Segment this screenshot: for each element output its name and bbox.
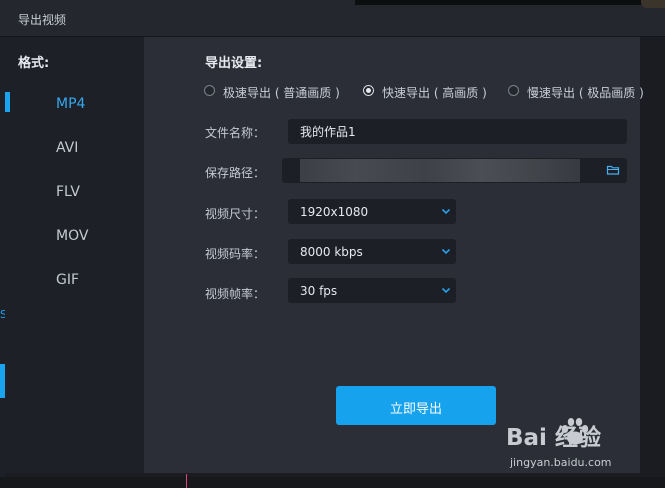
format-label: AVI [56,140,79,156]
window-corner [641,0,665,8]
save-path-label: 保存路径： [205,166,266,180]
chevron-down-icon [441,208,451,215]
format-item-flv[interactable]: FLV [5,180,144,206]
format-label: FLV [56,184,80,200]
bitrate-label: 视频码率： [205,247,266,261]
resolution-label: 视频尺寸： [205,207,266,221]
radio-circle [363,85,374,96]
bitrate-select[interactable]: 8000 kbps [288,239,456,264]
export-button-label: 立即导出 [389,402,442,417]
paw-icon [561,418,589,445]
radio-label: 极速导出 ( 普通画质 ) [223,86,340,100]
format-label: GIF [56,272,80,288]
watermark-url: jingyan.baidu.com [510,456,612,469]
radio-label: 慢速导出 ( 极品画质 ) [527,86,644,100]
format-item-mp4[interactable]: MP4 [5,92,144,118]
file-name-input[interactable] [288,119,627,144]
format-item-gif[interactable]: GIF [5,268,144,294]
export-now-button[interactable]: 立即导出 [336,386,496,425]
window-title: 导出视频 [18,13,67,27]
radio-circle [204,85,215,96]
format-item-avi[interactable]: AVI [5,136,144,162]
export-settings-panel: 导出设置: 极速导出 ( 普通画质 ) 快速导出 ( 高画质 ) 慢速导出 ( … [144,37,644,473]
selection-indicator [5,92,10,112]
blurred-path [300,159,580,182]
framerate-select[interactable]: 30 fps [288,278,456,303]
chevron-down-icon [441,287,451,294]
background-strip [355,0,665,5]
settings-heading: 导出设置: [205,56,263,71]
radio-label: 快速导出 ( 高画质 ) [382,86,487,100]
select-value: 30 fps [300,284,338,298]
format-heading: 格式: [18,56,50,71]
framerate-label: 视频帧率： [205,287,266,301]
select-value: 8000 kbps [300,245,363,259]
format-item-mov[interactable]: MOV [5,224,144,250]
resolution-select[interactable]: 1920x1080 [288,199,456,224]
format-sidebar: 格式: MP4 AVI FLV MOV GIF [5,37,144,473]
timeline-strip [0,477,665,488]
file-name-label: 文件名称： [205,126,266,140]
chevron-down-icon [441,248,451,255]
folder-icon[interactable] [606,163,620,177]
format-label: MOV [56,228,89,244]
title-bar: 导出视频 [0,0,665,37]
timeline-marker [186,474,187,488]
format-label: MP4 [56,96,86,112]
save-path-field[interactable] [282,158,627,183]
select-value: 1920x1080 [300,205,369,219]
radio-circle [508,85,519,96]
